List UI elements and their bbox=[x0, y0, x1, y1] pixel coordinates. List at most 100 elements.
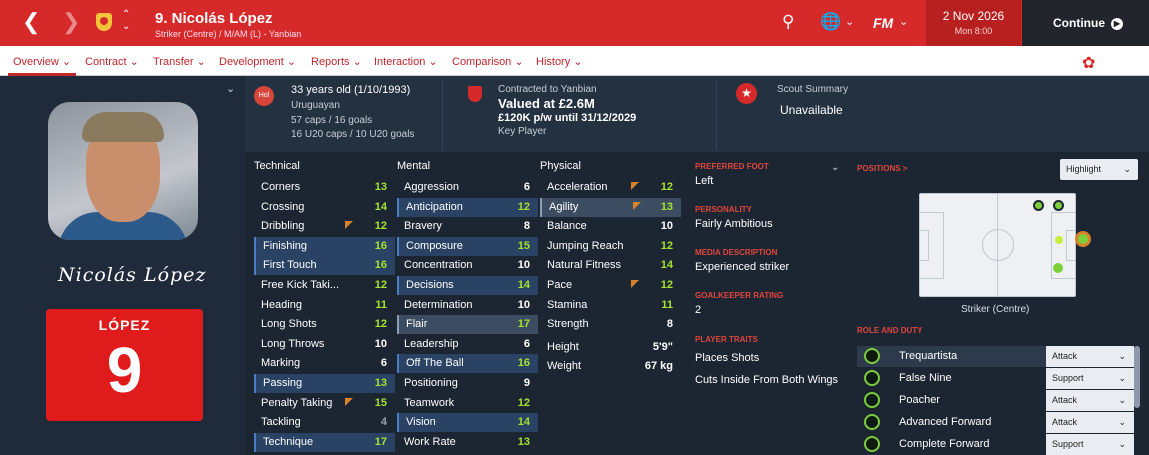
highlight-label: Highlight bbox=[1066, 164, 1102, 174]
attribute-row[interactable]: Balance 10 bbox=[540, 217, 681, 236]
attribute-row[interactable]: Natural Fitness 14 bbox=[540, 256, 681, 275]
roles-scrollbar[interactable] bbox=[1134, 346, 1140, 408]
attribute-row[interactable]: Acceleration 12 bbox=[540, 178, 681, 197]
duty-dropdown[interactable]: Attack ⌄ bbox=[1046, 346, 1134, 367]
highlight-dropdown[interactable]: Highlight ⌄ bbox=[1060, 159, 1138, 180]
attribute-row[interactable]: Determination 10 bbox=[397, 296, 538, 315]
attribute-row[interactable]: Jumping Reach 12 bbox=[540, 237, 681, 256]
tab-development[interactable]: Development ⌄ bbox=[219, 55, 296, 68]
duty-dropdown[interactable]: Support ⌄ bbox=[1046, 368, 1134, 389]
chevron-down-icon[interactable]: ⌄ bbox=[226, 82, 235, 95]
attribute-value: 15 bbox=[374, 397, 387, 409]
player-switch-icon[interactable]: ⌃ ⌄ bbox=[122, 9, 130, 33]
attribute-value: 14 bbox=[517, 279, 530, 291]
role-row[interactable]: False Nine Support ⌄ bbox=[857, 368, 1135, 389]
tab-interaction[interactable]: Interaction ⌄ bbox=[374, 55, 438, 68]
fm-menu-icon[interactable]: FM bbox=[873, 15, 893, 31]
tab-history[interactable]: History ⌄ bbox=[536, 55, 583, 68]
attribute-value: 9 bbox=[523, 377, 530, 389]
chevron-down-icon[interactable]: ⌄ bbox=[831, 162, 839, 173]
role-row[interactable]: Advanced Forward Attack ⌄ bbox=[857, 412, 1135, 433]
attribute-row[interactable]: Agility 13 bbox=[540, 198, 681, 217]
attribute-row[interactable]: Penalty Taking 15 bbox=[254, 394, 395, 413]
duty-value: Attack bbox=[1052, 351, 1078, 361]
chevron-down-icon: ⌄ bbox=[1118, 439, 1126, 449]
height-label: Height bbox=[547, 341, 579, 353]
attribute-name: Dribbling bbox=[261, 220, 305, 232]
weight-value: 67 kg bbox=[644, 360, 673, 372]
attribute-row[interactable]: Positioning 9 bbox=[397, 374, 538, 393]
role-suitability-icon bbox=[864, 414, 880, 430]
continue-label: Continue bbox=[1053, 16, 1105, 30]
positions-link[interactable]: POSITIONS > bbox=[857, 164, 907, 173]
club-logo-icon[interactable]: ✿ bbox=[1082, 53, 1095, 73]
attribute-row[interactable]: Dribbling 12 bbox=[254, 217, 395, 236]
attribute-row[interactable]: Technique 17 bbox=[254, 433, 395, 452]
pitch-diagram bbox=[919, 193, 1091, 297]
nation-badge[interactable]: Hol bbox=[254, 86, 274, 106]
attribute-row[interactable]: Crossing 14 bbox=[254, 198, 395, 217]
chevron-down-icon[interactable]: ⌄ bbox=[845, 15, 854, 28]
personality-value: Fairly Ambitious bbox=[695, 218, 773, 230]
attribute-row[interactable]: Heading 11 bbox=[254, 296, 395, 315]
attribute-row[interactable]: Marking 6 bbox=[254, 354, 395, 373]
attribute-row[interactable]: First Touch 16 bbox=[254, 256, 395, 275]
attribute-value: 4 bbox=[380, 416, 387, 428]
attribute-row[interactable]: Teamwork 12 bbox=[397, 394, 538, 413]
attribute-row[interactable]: Decisions 14 bbox=[397, 276, 538, 295]
attribute-row[interactable]: Pace 12 bbox=[540, 276, 681, 295]
attribute-row[interactable]: Long Throws 10 bbox=[254, 335, 395, 354]
role-suitability-icon bbox=[864, 348, 880, 364]
chevron-down-icon[interactable]: ⌄ bbox=[899, 15, 908, 28]
role-row[interactable]: Trequartista Attack ⌄ bbox=[857, 346, 1135, 367]
game-date[interactable]: 2 Nov 2026 Mon 8:00 bbox=[926, 0, 1021, 46]
role-row[interactable]: Complete Forward Support ⌄ bbox=[857, 434, 1135, 455]
position-dot bbox=[1053, 263, 1063, 273]
attribute-row[interactable]: Tackling 4 bbox=[254, 413, 395, 432]
attribute-row[interactable]: Corners 13 bbox=[254, 178, 395, 197]
attribute-row[interactable]: Stamina 11 bbox=[540, 296, 681, 315]
role-row[interactable]: Poacher Attack ⌄ bbox=[857, 390, 1135, 411]
globe-icon[interactable]: 🌐 bbox=[820, 12, 841, 32]
attribute-row[interactable]: Passing 13 bbox=[254, 374, 395, 393]
attribute-row[interactable]: Finishing 16 bbox=[254, 237, 395, 256]
attribute-row[interactable]: Composure 15 bbox=[397, 237, 538, 256]
attribute-row[interactable]: Aggression 6 bbox=[397, 178, 538, 197]
attribute-row[interactable]: Long Shots 12 bbox=[254, 315, 395, 334]
attribute-row[interactable]: Free Kick Taki... 12 bbox=[254, 276, 395, 295]
duty-dropdown[interactable]: Support ⌄ bbox=[1046, 434, 1134, 455]
trend-arrow-icon bbox=[345, 398, 353, 406]
forward-arrow-icon[interactable]: ❯ bbox=[62, 10, 80, 34]
attribute-row[interactable]: Flair 17 bbox=[397, 315, 538, 334]
attribute-row[interactable]: Vision 14 bbox=[397, 413, 538, 432]
tab-transfer[interactable]: Transfer ⌄ bbox=[153, 55, 206, 68]
attribute-row[interactable]: Work Rate 13 bbox=[397, 433, 538, 452]
tab-reports[interactable]: Reports ⌄ bbox=[311, 55, 362, 68]
shirt-name: LÓPEZ bbox=[98, 317, 151, 333]
duty-value: Attack bbox=[1052, 417, 1078, 427]
attribute-row[interactable]: Concentration 10 bbox=[397, 256, 538, 275]
attribute-value: 12 bbox=[374, 279, 387, 291]
chevron-down-icon: ⌄ bbox=[1118, 373, 1126, 383]
duty-value: Support bbox=[1052, 439, 1084, 449]
duty-dropdown[interactable]: Attack ⌄ bbox=[1046, 390, 1134, 411]
tab-comparison[interactable]: Comparison ⌄ bbox=[452, 55, 524, 68]
search-icon[interactable]: ⚲ bbox=[782, 12, 794, 32]
continue-button[interactable]: Continue ▶ bbox=[1022, 0, 1149, 46]
top-bar: ❮ ❯ ⌃ ⌄ 9. Nicolás López Striker (Centre)… bbox=[0, 0, 1149, 46]
position-caption: Striker (Centre) bbox=[961, 304, 1030, 315]
attribute-row[interactable]: Bravery 8 bbox=[397, 217, 538, 236]
attribute-row[interactable]: Leadership 6 bbox=[397, 335, 538, 354]
role-suitability-icon bbox=[864, 392, 880, 408]
attribute-value: 12 bbox=[660, 181, 673, 193]
attribute-row[interactable]: Off The Ball 16 bbox=[397, 354, 538, 373]
attribute-name: Leadership bbox=[404, 338, 459, 350]
attribute-row[interactable]: Strength 8 bbox=[540, 315, 681, 334]
trend-arrow-icon bbox=[633, 202, 641, 210]
back-arrow-icon[interactable]: ❮ bbox=[22, 10, 40, 34]
duty-dropdown[interactable]: Attack ⌄ bbox=[1046, 412, 1134, 433]
tab-contract[interactable]: Contract ⌄ bbox=[85, 55, 139, 68]
tab-label: Interaction bbox=[374, 56, 426, 68]
tab-overview[interactable]: Overview ⌄ bbox=[13, 55, 71, 68]
attribute-row[interactable]: Anticipation 12 bbox=[397, 198, 538, 217]
